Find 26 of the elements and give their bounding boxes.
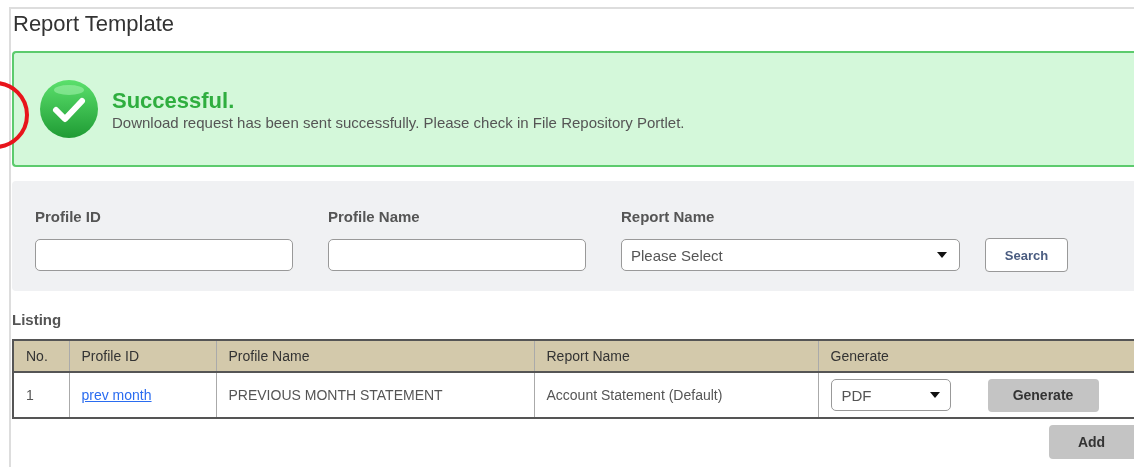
alert-message: Download request has been sent successfully. Please check in File Repository Portlet. <box>112 113 685 131</box>
select-field[interactable]: Please Select <box>621 239 960 271</box>
search-button[interactable]: Search <box>985 238 1068 272</box>
table-cell: 1 <box>13 372 69 418</box>
table-cell: PREVIOUS MONTH STATEMENT <box>216 372 534 418</box>
column-header: Generate <box>818 340 1134 372</box>
text-field[interactable] <box>35 239 293 271</box>
column-header: Report Name <box>534 340 818 372</box>
text-field[interactable] <box>328 239 586 271</box>
table-cell: Account Statement (Default) <box>534 372 818 418</box>
field-label: Profile Name <box>328 208 421 225</box>
alert-heading: Successful. <box>112 87 236 114</box>
column-header: No. <box>13 340 69 372</box>
check-icon <box>38 78 100 140</box>
column-header: Profile Name <box>216 340 534 372</box>
listing-title: Listing <box>12 311 63 328</box>
format-select[interactable]: PDF <box>830 379 951 411</box>
field-label: Report Name <box>621 208 716 225</box>
column-header: Profile ID <box>69 340 216 372</box>
page-title: Report Template <box>12 10 175 38</box>
add-button[interactable]: Add <box>1049 425 1134 459</box>
caret-icon <box>937 252 947 258</box>
field-label: Profile ID <box>35 208 102 225</box>
profile-link[interactable]: prev month <box>81 387 152 403</box>
caret-icon <box>929 392 940 398</box>
generate-button[interactable]: Generate <box>987 378 1099 412</box>
